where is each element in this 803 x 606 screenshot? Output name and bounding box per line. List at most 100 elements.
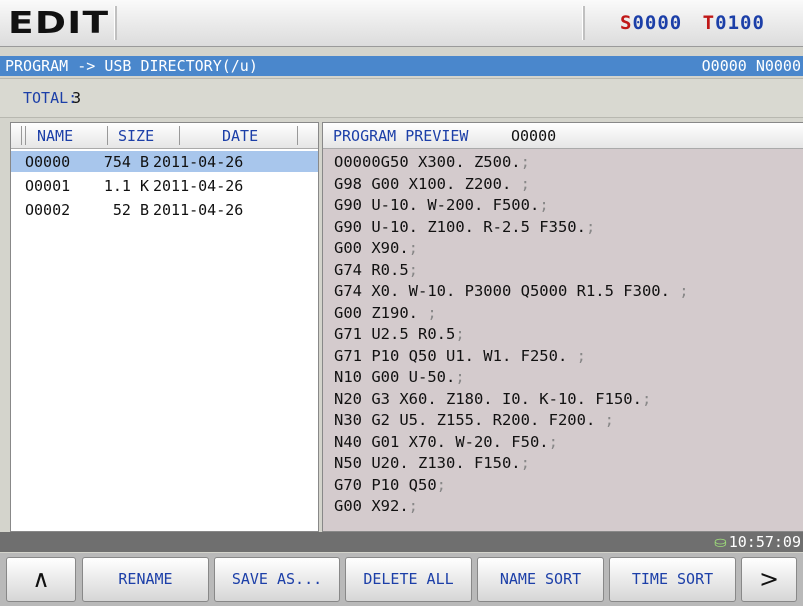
code-terminator: ; (585, 217, 596, 236)
preview-header: PROGRAM PREVIEW O0000 (323, 123, 803, 149)
code-terminator: ; (455, 325, 465, 343)
code-line: N50 U20. Z130. F150.; (334, 453, 689, 475)
code-text: G00 X90. (334, 239, 409, 257)
code-line: G71 P10 Q50 U1. W1. F250. ; (334, 346, 689, 368)
code-text: G00 X92. (334, 497, 409, 515)
file-row[interactable]: O0002 52 B 2011-04-26 (11, 199, 318, 220)
spindle-value: 0000 (632, 12, 683, 34)
code-text: G74 X0. W-10. P3000 Q5000 R1.5 F300. (334, 282, 680, 300)
column-divider (25, 126, 26, 145)
code-terminator: ; (679, 282, 689, 300)
code-terminator: ; (548, 432, 558, 451)
code-terminator: ; (641, 389, 652, 408)
total-label: TOTAL: (23, 89, 78, 107)
code-line: N20 G3 X60. Z180. I0. K-10. F150.; (334, 389, 689, 411)
tool-value: 0100 (715, 12, 765, 34)
file-size: 1.1 K (103, 177, 149, 195)
code-text: G71 P10 Q50 U1. W1. F250. (334, 346, 577, 365)
header-divider (114, 6, 117, 40)
code-text: N50 U20. Z130. F150. (334, 454, 521, 472)
file-name: O0000 (25, 153, 71, 171)
code-terminator: ; (576, 346, 586, 365)
time-sort-button[interactable]: TIME SORT (609, 557, 736, 602)
code-text: G71 U2.5 R0.5 (334, 325, 456, 343)
code-line: G00 X92.; (334, 496, 689, 518)
file-date: 2011-04-26 (153, 201, 244, 219)
path-bar: PROGRAM -> USB DIRECTORY(/u) O0000 N0000 (0, 56, 803, 76)
clock-time: 10:57:09 (728, 533, 801, 551)
code-terminator: ; (408, 497, 418, 515)
preview-title: PROGRAM PREVIEW (333, 127, 469, 145)
code-text: G00 Z190. (334, 303, 428, 322)
code-line: N10 G00 U-50.; (334, 367, 689, 389)
header-divider (582, 6, 585, 40)
code-terminator: ; (520, 174, 530, 193)
file-size: 52 B (112, 201, 149, 219)
file-name: O0002 (25, 201, 71, 219)
prev-page-button[interactable]: ∧ (6, 557, 76, 602)
tool-prefix: T (702, 12, 716, 34)
code-text: G98 G00 X100. Z200. (334, 174, 521, 193)
file-list-header: NAME SIZE DATE (11, 123, 318, 149)
file-row[interactable]: O0000 754 B 2011-04-26 (11, 151, 318, 172)
code-terminator: ; (455, 368, 465, 386)
code-line: G90 U-10. W-200. F500.; (334, 195, 689, 217)
file-date: 2011-04-26 (153, 153, 244, 171)
next-page-button[interactable]: > (741, 557, 797, 602)
file-row[interactable]: O0001 1.1 K 2011-04-26 (11, 175, 318, 196)
status-bar: ⛀ 10:57:09 (0, 532, 803, 552)
file-date: 2011-04-26 (153, 177, 244, 195)
code-line: G74 R0.5; (334, 260, 689, 282)
code-terminator: ; (539, 196, 549, 214)
directory-path: PROGRAM -> USB DIRECTORY(/u) (5, 57, 258, 75)
code-terminator: ; (604, 411, 614, 429)
column-header-date[interactable]: DATE (222, 127, 258, 145)
spindle-tool-indicator: S0000 T0100 (620, 12, 765, 34)
code-text: G74 R0.5 (334, 260, 409, 279)
code-line: G74 X0. W-10. P3000 Q5000 R1.5 F300. ; (334, 281, 689, 303)
code-terminator: ; (408, 239, 418, 257)
code-terminator: ; (520, 454, 530, 472)
code-text: G90 U-10. Z100. R-2.5 F350. (334, 217, 586, 236)
code-text: G90 U-10. W-200. F500. (334, 196, 540, 214)
delete-all-button[interactable]: DELETE ALL (345, 557, 472, 602)
softkey-bar: ∧ RENAME SAVE AS... DELETE ALL NAME SORT… (0, 553, 803, 606)
file-size: 754 B (103, 153, 149, 171)
code-line: G00 X90.; (334, 238, 689, 260)
top-header: EDIT S0000 T0100 (0, 0, 803, 47)
file-name: O0001 (25, 177, 71, 195)
code-line: O0000G50 X300. Z500.; (334, 152, 689, 174)
name-sort-button[interactable]: NAME SORT (477, 557, 604, 602)
code-terminator: ; (427, 303, 437, 322)
total-bar: TOTAL: 3 (0, 78, 803, 118)
code-line: G90 U-10. Z100. R-2.5 F350.; (334, 217, 689, 239)
column-header-name[interactable]: NAME (37, 127, 73, 145)
code-terminator: ; (408, 260, 418, 279)
column-divider (21, 126, 22, 145)
code-text: N20 G3 X60. Z180. I0. K-10. F150. (334, 389, 642, 408)
column-header-size[interactable]: SIZE (118, 127, 154, 145)
spindle-prefix: S (620, 12, 633, 34)
column-divider (107, 126, 108, 145)
preview-program-number: O0000 (511, 127, 557, 145)
rename-button[interactable]: RENAME (82, 557, 209, 602)
code-text: N10 G00 U-50. (334, 368, 456, 386)
program-preview-panel: PROGRAM PREVIEW O0000 O0000G50 X300. Z50… (322, 122, 803, 532)
code-line: G70 P10 Q50; (334, 475, 689, 497)
total-value: 3 (72, 89, 82, 107)
file-list-panel[interactable]: NAME SIZE DATE O0000 754 B 2011-04-26 O0… (10, 122, 319, 532)
program-number: O0000 N0000 (701, 57, 801, 75)
column-divider (297, 126, 298, 145)
code-line: G71 U2.5 R0.5; (334, 324, 689, 346)
code-line: N30 G2 U5. Z155. R200. F200. ; (334, 410, 689, 432)
save-as-button[interactable]: SAVE AS... (214, 557, 340, 602)
code-terminator: ; (436, 475, 446, 494)
code-text: N40 G01 X70. W-20. F50. (334, 432, 549, 451)
code-line: N40 G01 X70. W-20. F50.; (334, 432, 689, 454)
mode-label: EDIT (8, 6, 110, 41)
clock: ⛀ 10:57:09 (714, 533, 801, 551)
code-text: N30 G2 U5. Z155. R200. F200. (334, 411, 605, 429)
code-line: G00 Z190. ; (334, 303, 689, 325)
code-line: G98 G00 X100. Z200. ; (334, 174, 689, 196)
code-text: O0000G50 X300. Z500. (334, 153, 521, 171)
